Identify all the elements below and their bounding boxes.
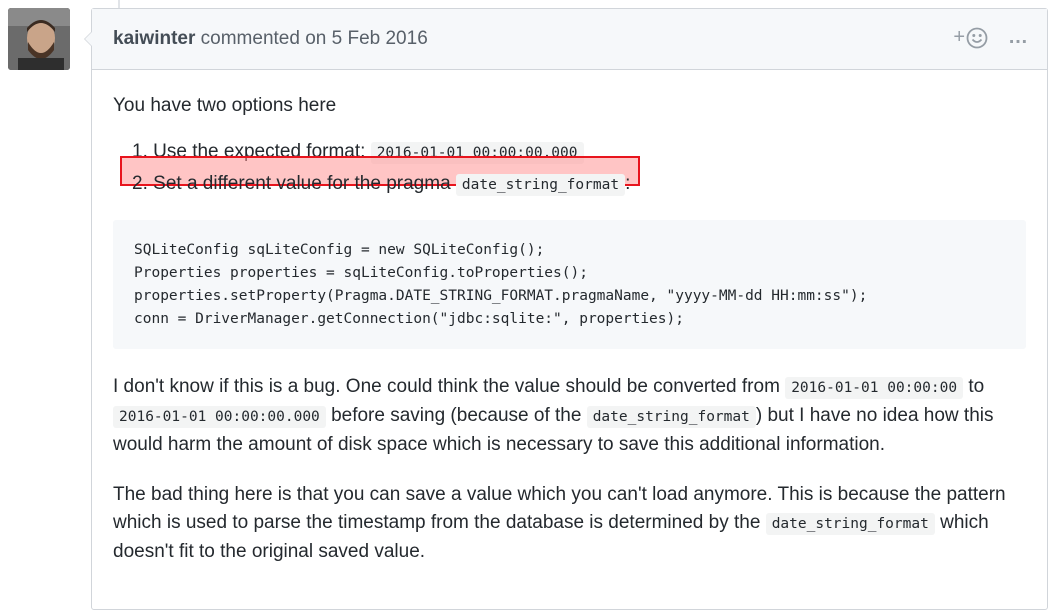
- paragraph-text: I don't know if this is a bug. One could…: [113, 376, 780, 397]
- list-item-suffix: :: [625, 173, 631, 194]
- code-line: Properties properties = sqLiteConfig.toP…: [134, 265, 588, 281]
- inline-code: date_string_format: [455, 174, 626, 196]
- code-line: SQLiteConfig sqLiteConfig = new SQLiteCo…: [134, 242, 545, 258]
- more-actions-button[interactable]: …: [1008, 26, 1029, 49]
- code-line: conn = DriverManager.getConnection("jdbc…: [134, 311, 684, 327]
- paragraph-bad-thing: The bad thing here is that you can save …: [113, 481, 1026, 566]
- comment-header-text: kaiwinter commented on 5 Feb 2016: [113, 28, 428, 50]
- timeline-line: [118, 0, 120, 8]
- smiley-icon: [966, 27, 988, 48]
- paragraph-bug-discussion: I don't know if this is a bug. One could…: [113, 373, 1026, 459]
- avatar-image: [8, 8, 70, 70]
- reaction-plus: +: [953, 26, 965, 48]
- comment-date-link[interactable]: 5 Feb 2016: [332, 28, 428, 49]
- options-list: 1. Use the expected format: 2016-01-01 0…: [113, 136, 1026, 200]
- comment-arrow-inner: [85, 32, 92, 46]
- code-block: SQLiteConfig sqLiteConfig = new SQLiteCo…: [113, 220, 1026, 349]
- header-actions: + …: [953, 26, 1029, 49]
- inline-code: 2016-01-01 00:00:00.000: [113, 406, 326, 428]
- comment-body: You have two options here 1. Use the exp…: [92, 70, 1047, 566]
- code-line: properties.setProperty(Pragma.DATE_STRIN…: [134, 288, 868, 304]
- inline-code: date_string_format: [586, 406, 756, 428]
- list-item-text: Set a different value for the pragma: [153, 173, 451, 194]
- intro-text: You have two options here: [113, 95, 337, 116]
- add-reaction-button[interactable]: +: [953, 26, 988, 49]
- comment-action-text: commented on: [200, 28, 327, 49]
- list-number: 2.: [132, 173, 148, 194]
- paragraph-text: before saving (because of the: [331, 405, 582, 426]
- author-link[interactable]: kaiwinter: [113, 28, 195, 49]
- avatar[interactable]: [8, 8, 70, 70]
- inline-code: 2016-01-01 00:00:00: [785, 377, 964, 399]
- comment-header: kaiwinter commented on 5 Feb 2016 + …: [92, 9, 1047, 70]
- list-item: 2. Set a different value for the pragma …: [120, 156, 1026, 201]
- highlighted-list-item: 2. Set a different value for the pragma …: [120, 156, 640, 201]
- inline-code: date_string_format: [765, 513, 935, 535]
- paragraph-text: to: [968, 376, 985, 397]
- comment-box: kaiwinter commented on 5 Feb 2016 + … Yo…: [84, 8, 1048, 610]
